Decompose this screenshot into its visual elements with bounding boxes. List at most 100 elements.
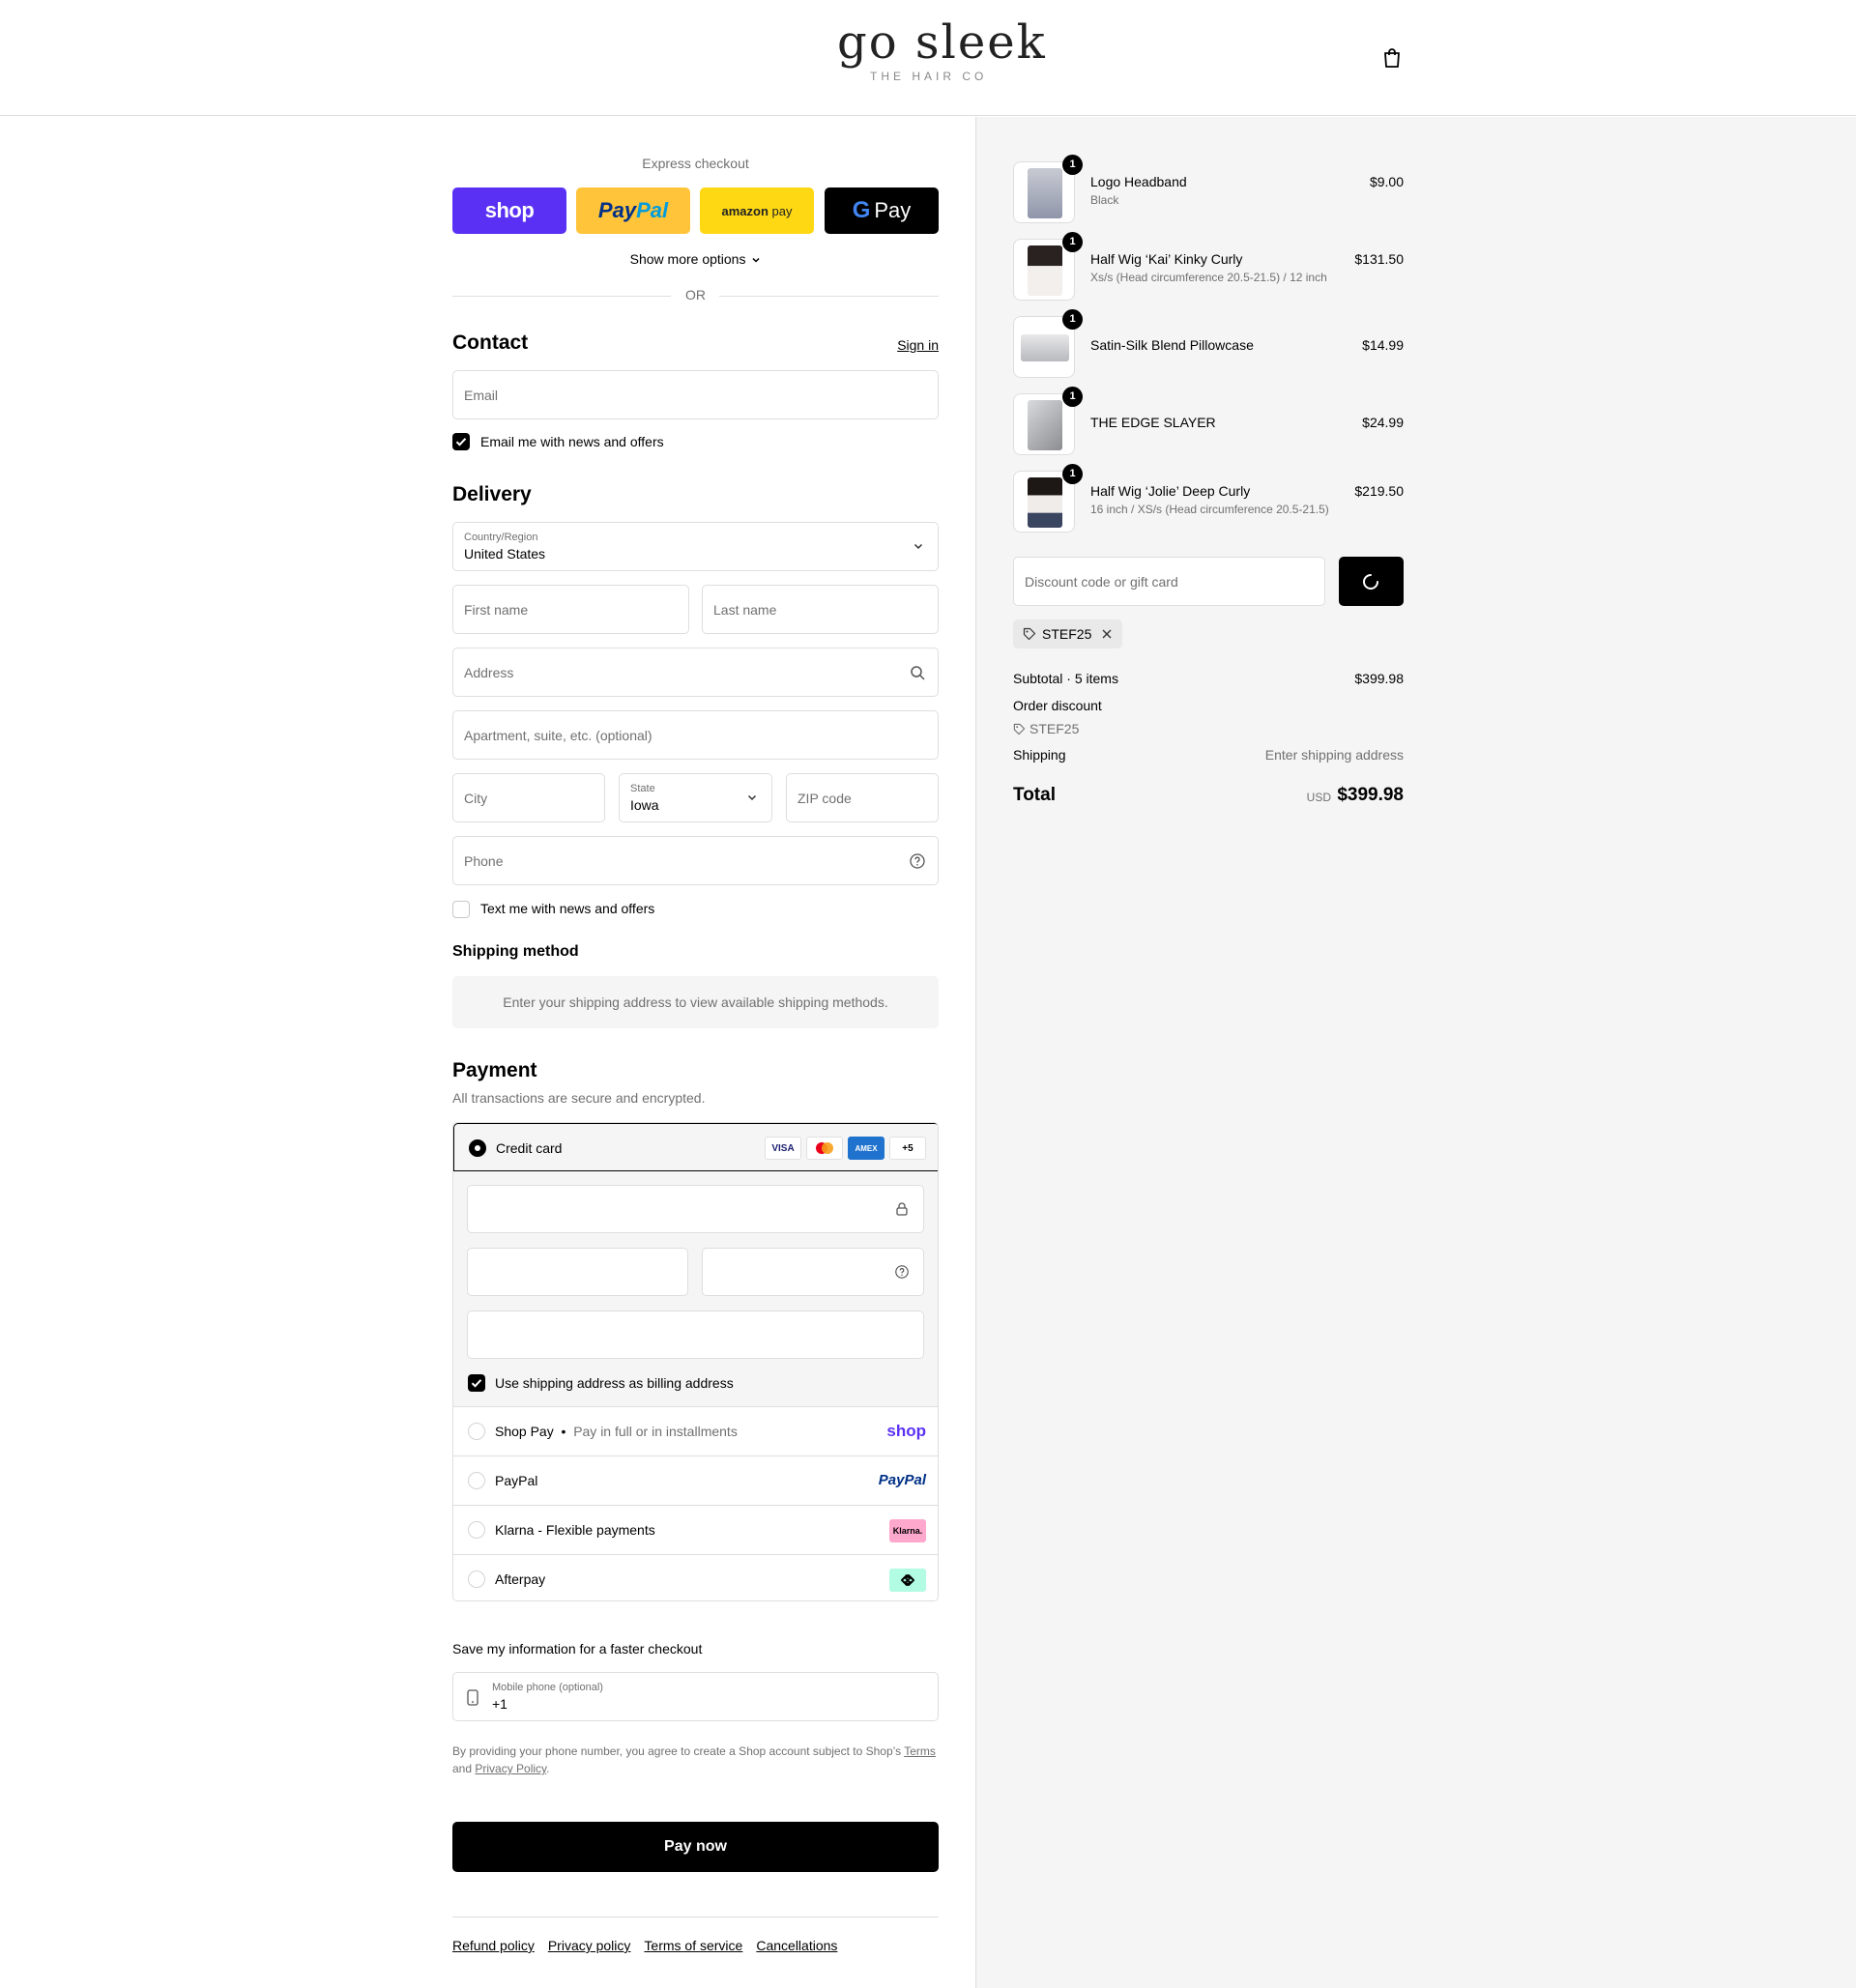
address-placeholder: Address — [464, 665, 514, 680]
amazon-label: amazon — [721, 203, 768, 218]
paypal-button[interactable]: Pay Pal — [576, 187, 690, 234]
privacy-policy-link[interactable]: Privacy Policy — [475, 1762, 546, 1775]
product-name: Half Wig ‘Kai’ Kinky Curly — [1090, 251, 1243, 267]
zip-placeholder: ZIP code — [798, 791, 852, 806]
sign-in-link[interactable]: Sign in — [897, 337, 939, 353]
apply-discount-button[interactable] — [1339, 557, 1404, 606]
chevron-down-icon — [747, 794, 757, 801]
email-field[interactable]: Email — [452, 370, 939, 419]
shop-pay-sub: Pay in full or in installments — [573, 1424, 738, 1439]
product-thumbnail: 1 — [1013, 309, 1083, 378]
express-checkout-title: Express checkout — [642, 156, 749, 171]
help-circle-icon[interactable] — [909, 852, 926, 870]
save-info-heading: Save my information for a faster checkou… — [452, 1641, 703, 1657]
site-header: go sleek THE HAIR CO — [0, 0, 1856, 116]
shop-pay-name: Shop Pay — [495, 1424, 554, 1439]
card-name-field[interactable] — [467, 1311, 924, 1359]
terms-of-service-link[interactable]: Terms of service — [644, 1938, 742, 1953]
afterpay-option-label: Afterpay — [495, 1571, 546, 1587]
mobile-phone-icon — [467, 1689, 478, 1706]
country-select[interactable]: Country/Region United States — [452, 522, 939, 571]
mobile-phone-label: Mobile phone (optional) — [492, 1682, 603, 1693]
mobile-phone-field[interactable]: Mobile phone (optional) +1 — [452, 1672, 939, 1721]
shop-pay-option[interactable]: Shop Pay • Pay in full or in installment… — [453, 1406, 938, 1455]
google-pay-button[interactable]: G Pay — [825, 187, 939, 234]
close-icon[interactable] — [1101, 628, 1113, 640]
brand-logo[interactable]: go sleek THE HAIR CO — [837, 15, 1045, 87]
show-more-options-button[interactable]: Show more options — [452, 251, 939, 267]
discount-code-field[interactable]: Discount code or gift card — [1013, 557, 1325, 606]
amex-icon: AMEX — [848, 1137, 884, 1160]
visa-icon: VISA — [765, 1137, 801, 1160]
product-price: $131.50 — [1354, 251, 1404, 267]
shop-pay-button[interactable]: shop — [452, 187, 566, 234]
card-cvv-field[interactable] — [702, 1248, 924, 1296]
shop-pay-radio[interactable] — [468, 1423, 485, 1440]
quantity-badge: 1 — [1062, 309, 1083, 330]
order-discount-row: Order discount — [1013, 698, 1404, 713]
shop-pay-label: shop — [484, 198, 535, 222]
search-icon — [911, 666, 925, 680]
address-field[interactable]: Address — [452, 648, 939, 697]
product-name: Satin-Silk Blend Pillowcase — [1090, 337, 1254, 353]
credit-card-option[interactable]: Credit card VISA AMEX +5 — [453, 1123, 938, 1171]
cart-line-item: 1 THE EDGE SLAYER $24.99 — [1013, 387, 1404, 457]
quantity-badge: 1 — [1062, 232, 1083, 252]
terms-and: and — [452, 1762, 473, 1775]
subtotal-label: Subtotal · 5 items — [1013, 671, 1118, 686]
klarna-radio[interactable] — [468, 1521, 485, 1539]
text-news-checkbox[interactable] — [452, 901, 470, 918]
afterpay-radio[interactable] — [468, 1570, 485, 1588]
shop-terms-text: By providing your phone number, you agre… — [452, 1743, 939, 1777]
cart-line-item: 1 Half Wig ‘Jolie’ Deep Curly 16 inch / … — [1013, 464, 1404, 534]
product-price: $9.00 — [1369, 174, 1404, 189]
terms-link[interactable]: Terms — [904, 1744, 936, 1758]
divider — [452, 1916, 939, 1917]
billing-same-checkbox[interactable] — [468, 1374, 485, 1392]
product-price: $219.50 — [1354, 483, 1404, 499]
payment-heading: Payment — [452, 1059, 537, 1081]
contact-heading: Contact — [452, 331, 529, 354]
afterpay-logo — [889, 1569, 926, 1592]
shopping-bag-icon[interactable] — [1380, 46, 1404, 70]
phone-field[interactable]: Phone — [452, 836, 939, 885]
divider — [719, 296, 939, 297]
mobile-phone-value: +1 — [492, 1696, 508, 1712]
subtotal-row: Subtotal · 5 items $399.98 — [1013, 671, 1404, 686]
cancellations-link[interactable]: Cancellations — [756, 1938, 837, 1953]
paypal-option[interactable]: PayPal PayPal — [453, 1455, 938, 1505]
amazon-pay-button[interactable]: amazon pay — [700, 187, 814, 234]
afterpay-option[interactable]: Afterpay — [453, 1554, 938, 1600]
city-field[interactable]: City — [452, 773, 605, 822]
card-number-field[interactable] — [467, 1185, 924, 1233]
logo-tagline: THE HAIR CO — [870, 70, 988, 83]
klarna-option-label: Klarna - Flexible payments — [495, 1522, 655, 1538]
terms-end: . — [546, 1762, 550, 1775]
product-name: THE EDGE SLAYER — [1090, 415, 1216, 430]
total-value: $399.98 — [1337, 785, 1404, 805]
shop-pay-logo: shop — [886, 1422, 926, 1440]
first-name-field[interactable]: First name — [452, 585, 689, 634]
product-thumbnail: 1 — [1013, 387, 1083, 455]
help-circle-icon[interactable] — [894, 1264, 910, 1280]
amazon-pay-label: pay — [771, 203, 793, 218]
email-news-checkbox[interactable] — [452, 433, 470, 450]
last-name-field[interactable]: Last name — [702, 585, 939, 634]
privacy-policy-footer-link[interactable]: Privacy policy — [548, 1938, 631, 1953]
email-placeholder: Email — [464, 388, 499, 403]
state-select[interactable]: State Iowa — [619, 773, 772, 822]
klarna-logo: Klarna. — [889, 1519, 926, 1542]
credit-card-radio[interactable] — [469, 1139, 486, 1157]
applied-discount-code: STEF25 — [1042, 626, 1092, 642]
klarna-option[interactable]: Klarna - Flexible payments Klarna. — [453, 1505, 938, 1554]
pay-now-button[interactable]: Pay now — [452, 1822, 939, 1872]
zip-field[interactable]: ZIP code — [786, 773, 939, 822]
product-thumbnail: 1 — [1013, 464, 1083, 533]
terms-prefix: By providing your phone number, you agre… — [452, 1744, 902, 1758]
apartment-field[interactable]: Apartment, suite, etc. (optional) — [452, 710, 939, 760]
paypal-radio[interactable] — [468, 1472, 485, 1489]
product-image — [1028, 245, 1062, 296]
refund-policy-link[interactable]: Refund policy — [452, 1938, 535, 1953]
card-expiry-field[interactable] — [467, 1248, 688, 1296]
show-more-options-label: Show more options — [629, 251, 746, 267]
